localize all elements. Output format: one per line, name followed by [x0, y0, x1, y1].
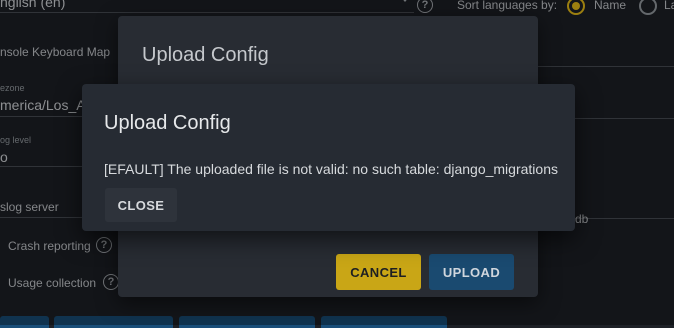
error-message: [EFAULT] The uploaded file is not valid:…: [104, 161, 558, 177]
close-button[interactable]: CLOSE: [105, 188, 177, 222]
cancel-button[interactable]: CANCEL: [336, 254, 421, 290]
error-dialog-title: Upload Config: [104, 112, 231, 134]
upload-button[interactable]: UPLOAD: [429, 254, 514, 290]
error-dialog: Upload Config [EFAULT] The uploaded file…: [82, 84, 575, 231]
upload-dialog-title: Upload Config: [142, 44, 269, 66]
